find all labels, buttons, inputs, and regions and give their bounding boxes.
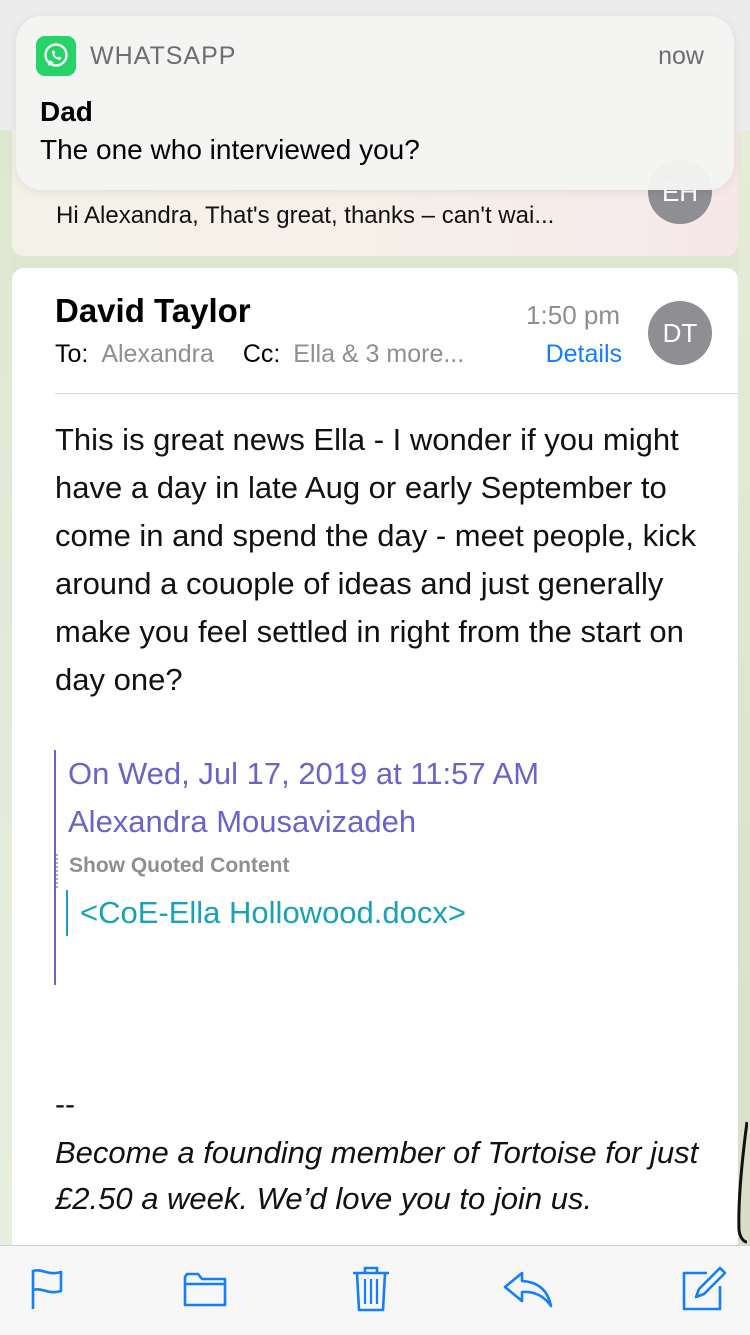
signature: Become a founding member of Tortoise for…: [55, 1135, 699, 1216]
quoted-block: On Wed, Jul 17, 2019 at 11:57 AM Alexand…: [54, 750, 656, 985]
quote-attribution-date: On Wed, Jul 17, 2019 at 11:57 AM: [68, 756, 540, 791]
header-divider: [55, 393, 738, 394]
message-body: This is great news Ella - I wonder if yo…: [55, 422, 697, 697]
quote-attribution: On Wed, Jul 17, 2019 at 11:57 AM Alexand…: [68, 750, 539, 846]
message-time: 1:50 pm: [526, 300, 620, 330]
scroll-indicator: [737, 1121, 748, 1244]
notification-banner[interactable]: WHATSAPP now Dad The one who interviewed…: [16, 16, 734, 190]
cc-value[interactable]: Ella & 3 more...: [293, 340, 464, 368]
bottom-toolbar: [0, 1245, 750, 1335]
notification-sender: Dad: [40, 96, 93, 127]
background-right: [738, 130, 750, 1245]
compose-icon: [682, 1266, 727, 1311]
email-message: David Taylor 1:50 pm DT To: Alexandra Cc…: [12, 268, 738, 1245]
attachment-link[interactable]: <CoE-Ella Hollowood.docx>: [66, 890, 466, 936]
move-to-folder-button[interactable]: [177, 1264, 233, 1314]
notification-message: The one who interviewed you?: [40, 134, 420, 165]
notification-time: now: [658, 42, 704, 70]
delete-button[interactable]: [343, 1264, 399, 1314]
sender-name[interactable]: David Taylor: [55, 292, 251, 330]
signature-separator: --: [55, 1088, 75, 1121]
notification-app-name: WHATSAPP: [90, 42, 237, 70]
recipients: To: Alexandra Cc: Ella & 3 more...: [55, 340, 464, 369]
details-link[interactable]: Details: [546, 340, 622, 369]
flag-button[interactable]: [20, 1264, 76, 1314]
reply-button[interactable]: [500, 1264, 556, 1314]
avatar[interactable]: DT: [648, 301, 712, 365]
trash-icon: [353, 1266, 389, 1312]
reply-icon: [503, 1271, 553, 1308]
quote-attribution-name: Alexandra Mousavizadeh: [68, 804, 417, 839]
to-value[interactable]: Alexandra: [101, 340, 214, 368]
flag-icon: [31, 1269, 63, 1309]
compose-button[interactable]: [676, 1264, 732, 1314]
cc-label: Cc:: [242, 340, 281, 368]
show-quoted-content-button[interactable]: Show Quoted Content: [56, 854, 289, 888]
previous-message-snippet: Hi Alexandra, That's great, thanks – can…: [56, 202, 555, 229]
background-left: [0, 130, 12, 1245]
whatsapp-icon: [36, 36, 76, 76]
folder-icon: [183, 1272, 227, 1307]
to-label: To:: [55, 340, 89, 368]
